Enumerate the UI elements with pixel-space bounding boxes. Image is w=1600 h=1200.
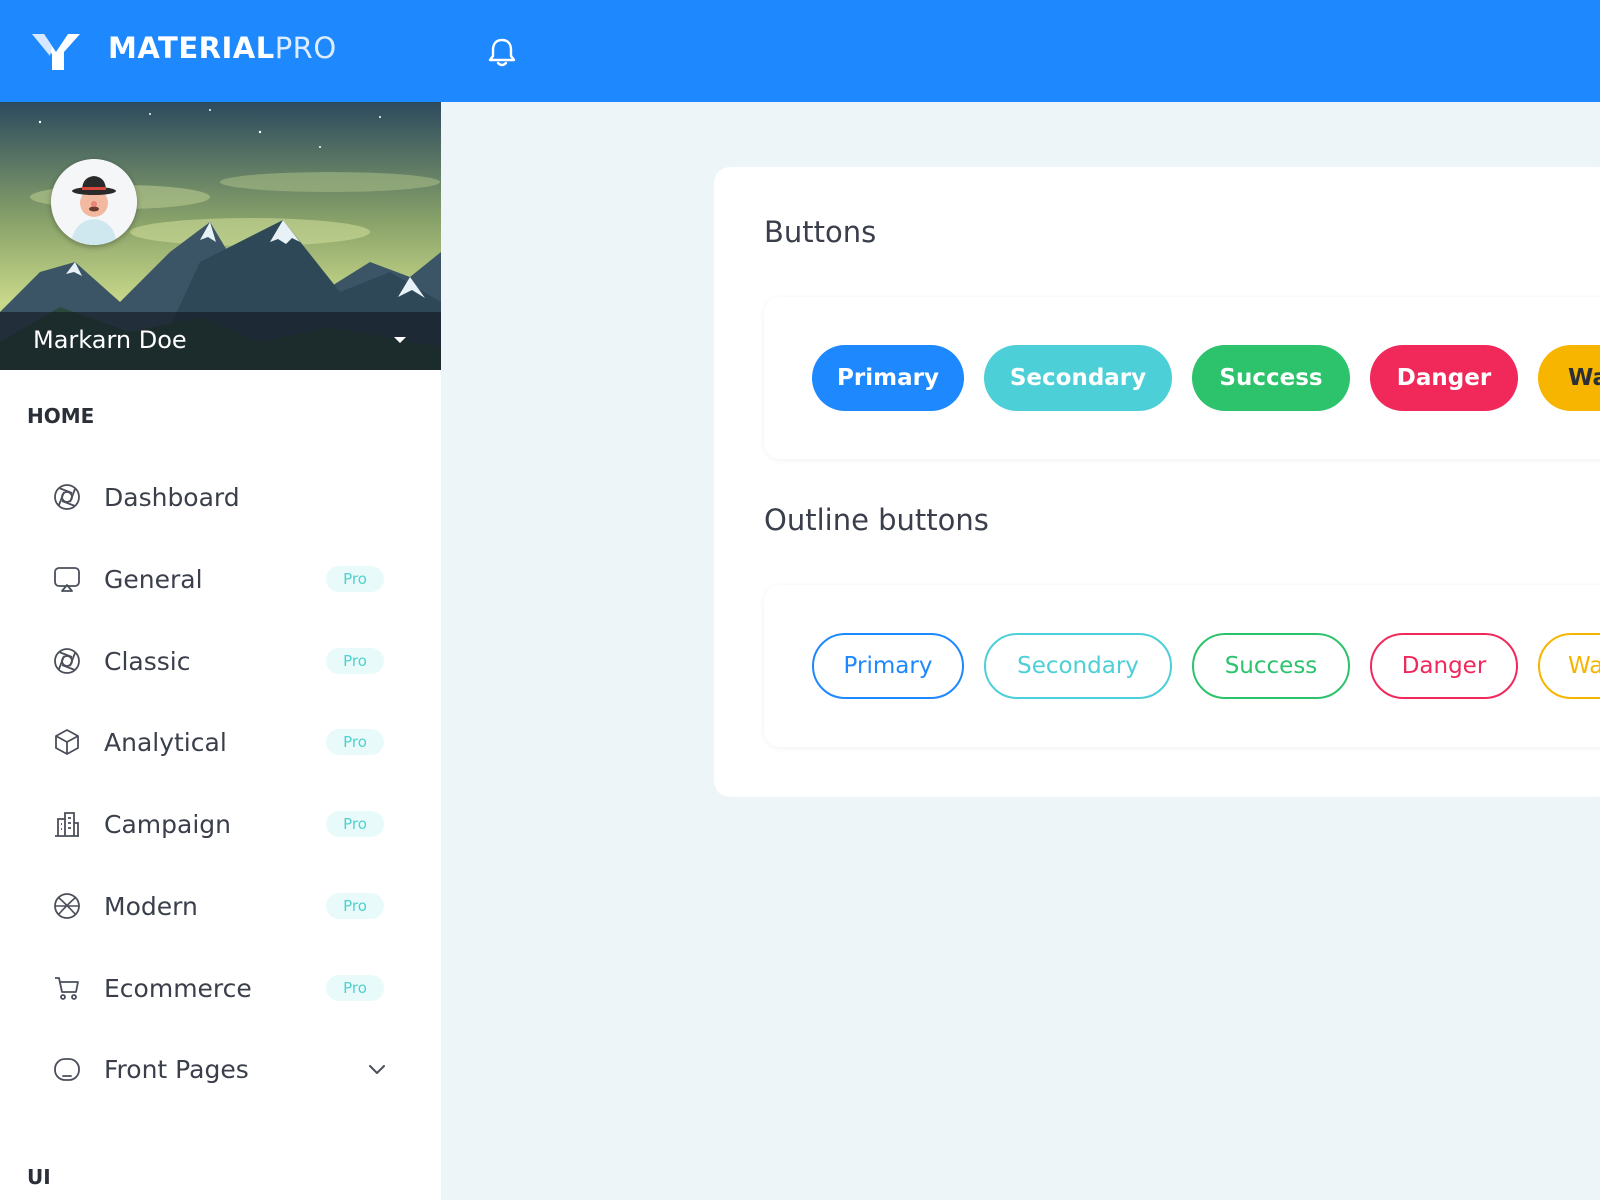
pro-badge: Pro (326, 811, 384, 837)
top-header: MATERIALPRO (0, 0, 1600, 102)
pro-badge: Pro (326, 566, 384, 592)
sidebar-item-label: Ecommerce (104, 974, 252, 1003)
aperture-icon (54, 484, 80, 510)
secondary-button[interactable]: Secondary (984, 345, 1172, 411)
outline-buttons-panel: Primary Secondary Success Danger Wa (764, 585, 1600, 747)
sidebar-item-label: General (104, 565, 203, 594)
caret-down-icon (394, 337, 406, 343)
profile-banner: Markarn Doe (0, 102, 441, 370)
sidebar-item-ecommerce[interactable]: Ecommerce Pro (40, 961, 400, 1015)
brand-name-bold: MATERIAL (108, 31, 275, 65)
danger-outline-button[interactable]: Danger (1370, 633, 1518, 699)
cart-icon (55, 977, 79, 1000)
building-icon (55, 812, 79, 837)
pro-badge: Pro (326, 893, 384, 919)
sidebar: Markarn Doe HOME Dashboard General Pro C… (0, 102, 441, 1200)
sidebar-item-front-pages[interactable]: Front Pages (40, 1042, 400, 1096)
sidebar-item-modern[interactable]: Modern Pro (40, 879, 400, 933)
bell-icon[interactable] (484, 34, 520, 70)
box-icon (55, 729, 79, 755)
profile-name: Markarn Doe (33, 326, 187, 354)
sidebar-item-classic[interactable]: Classic Pro (40, 634, 400, 688)
warning-outline-button[interactable]: Wa (1538, 633, 1600, 699)
app-window-icon (54, 1058, 80, 1081)
sidebar-item-label: Modern (104, 892, 198, 921)
sidebar-item-general[interactable]: General Pro (40, 552, 400, 606)
materialpro-logo-icon[interactable] (30, 30, 82, 72)
avatar[interactable] (51, 159, 137, 245)
pro-badge: Pro (326, 729, 384, 755)
sidebar-item-analytical[interactable]: Analytical Pro (40, 715, 400, 769)
buttons-card: Buttons Primary Secondary Success Danger… (714, 167, 1600, 797)
chevron-down-icon[interactable] (366, 1058, 388, 1080)
sidebar-item-label: Classic (104, 647, 191, 676)
warning-button[interactable]: Wa (1538, 345, 1600, 411)
screen-share-icon (54, 567, 80, 592)
primary-button[interactable]: Primary (812, 345, 964, 411)
secondary-outline-button[interactable]: Secondary (984, 633, 1172, 699)
buttons-title: Buttons (764, 215, 877, 249)
success-outline-button[interactable]: Success (1192, 633, 1350, 699)
sidebar-item-label: Front Pages (104, 1055, 249, 1084)
nav-section-ui: UI (27, 1165, 51, 1189)
sidebar-item-label: Dashboard (104, 483, 240, 512)
primary-outline-button[interactable]: Primary (812, 633, 964, 699)
brand-name-light: PRO (274, 31, 337, 65)
sidebar-item-campaign[interactable]: Campaign Pro (40, 797, 400, 851)
nav-section-home: HOME (27, 404, 95, 428)
success-button[interactable]: Success (1192, 345, 1350, 411)
basketball-icon (54, 893, 80, 919)
sidebar-item-label: Analytical (104, 728, 227, 757)
solid-buttons-panel: Primary Secondary Success Danger Wa (764, 297, 1600, 459)
brand-name[interactable]: MATERIALPRO (108, 31, 337, 65)
outline-buttons-title: Outline buttons (764, 503, 989, 537)
user-avatar-icon (51, 159, 137, 245)
profile-menu-toggle[interactable]: Markarn Doe (0, 312, 441, 370)
pro-badge: Pro (326, 648, 384, 674)
pro-badge: Pro (326, 975, 384, 1001)
sidebar-item-label: Campaign (104, 810, 231, 839)
aperture-icon (54, 648, 80, 674)
sidebar-item-dashboard[interactable]: Dashboard (40, 470, 400, 524)
danger-button[interactable]: Danger (1370, 345, 1518, 411)
